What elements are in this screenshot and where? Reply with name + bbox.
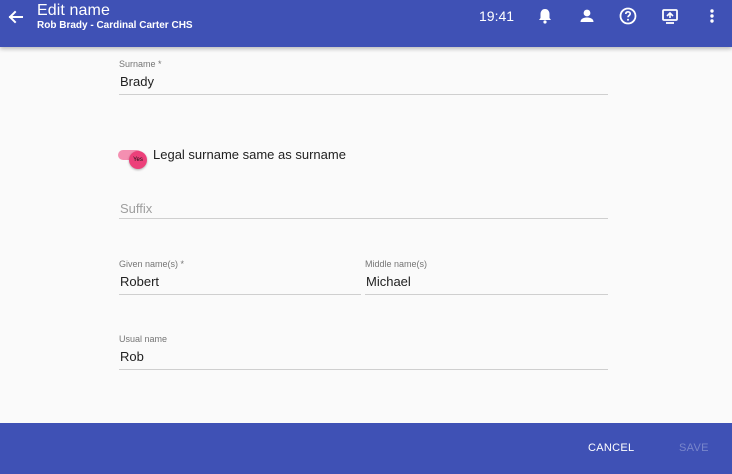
- usual-name-label: Usual name: [119, 334, 168, 344]
- usual-name-field[interactable]: Usual name Rob: [119, 334, 608, 370]
- more-vert-icon[interactable]: [702, 6, 722, 26]
- app-header: Edit name Rob Brady - Cardinal Carter CH…: [0, 0, 732, 47]
- middle-name-label: Middle name(s): [365, 259, 428, 269]
- given-name-field[interactable]: Given name(s) * Robert: [119, 259, 361, 295]
- middle-name-field[interactable]: Middle name(s) Michael: [365, 259, 608, 295]
- surname-underline: [119, 94, 608, 95]
- given-name-label: Given name(s) *: [119, 259, 185, 269]
- clock: 19:41: [479, 8, 515, 24]
- middle-name-underline: [365, 294, 608, 295]
- given-name-underline: [119, 294, 361, 295]
- legal-surname-toggle[interactable]: Yes: [118, 150, 147, 169]
- back-arrow-icon[interactable]: [6, 5, 26, 29]
- surname-field[interactable]: Surname * Brady: [119, 59, 608, 95]
- suffix-field[interactable]: Suffix: [119, 197, 608, 219]
- cancel-button[interactable]: CANCEL: [588, 442, 634, 454]
- person-icon[interactable]: [577, 6, 597, 26]
- suffix-underline: [119, 218, 608, 219]
- usual-name-underline: [119, 369, 608, 370]
- given-name-value[interactable]: Robert: [120, 274, 159, 289]
- legal-surname-label: Legal surname same as surname: [153, 147, 346, 162]
- surname-label: Surname *: [119, 59, 162, 69]
- page-subtitle: Rob Brady - Cardinal Carter CHS: [37, 20, 193, 31]
- action-bar: CANCEL SAVE: [0, 423, 732, 474]
- help-icon[interactable]: [618, 6, 638, 26]
- save-button[interactable]: SAVE: [679, 442, 709, 454]
- page-title: Edit name: [37, 2, 110, 19]
- middle-name-value[interactable]: Michael: [366, 274, 411, 289]
- toggle-thumb[interactable]: Yes: [129, 151, 147, 169]
- usual-name-value[interactable]: Rob: [120, 349, 144, 364]
- legal-surname-toggle-row: Yes Legal surname same as surname: [118, 145, 418, 169]
- screen-share-icon[interactable]: [660, 6, 680, 26]
- suffix-placeholder[interactable]: Suffix: [120, 201, 152, 216]
- surname-value[interactable]: Brady: [120, 74, 154, 89]
- bell-icon[interactable]: [535, 6, 555, 26]
